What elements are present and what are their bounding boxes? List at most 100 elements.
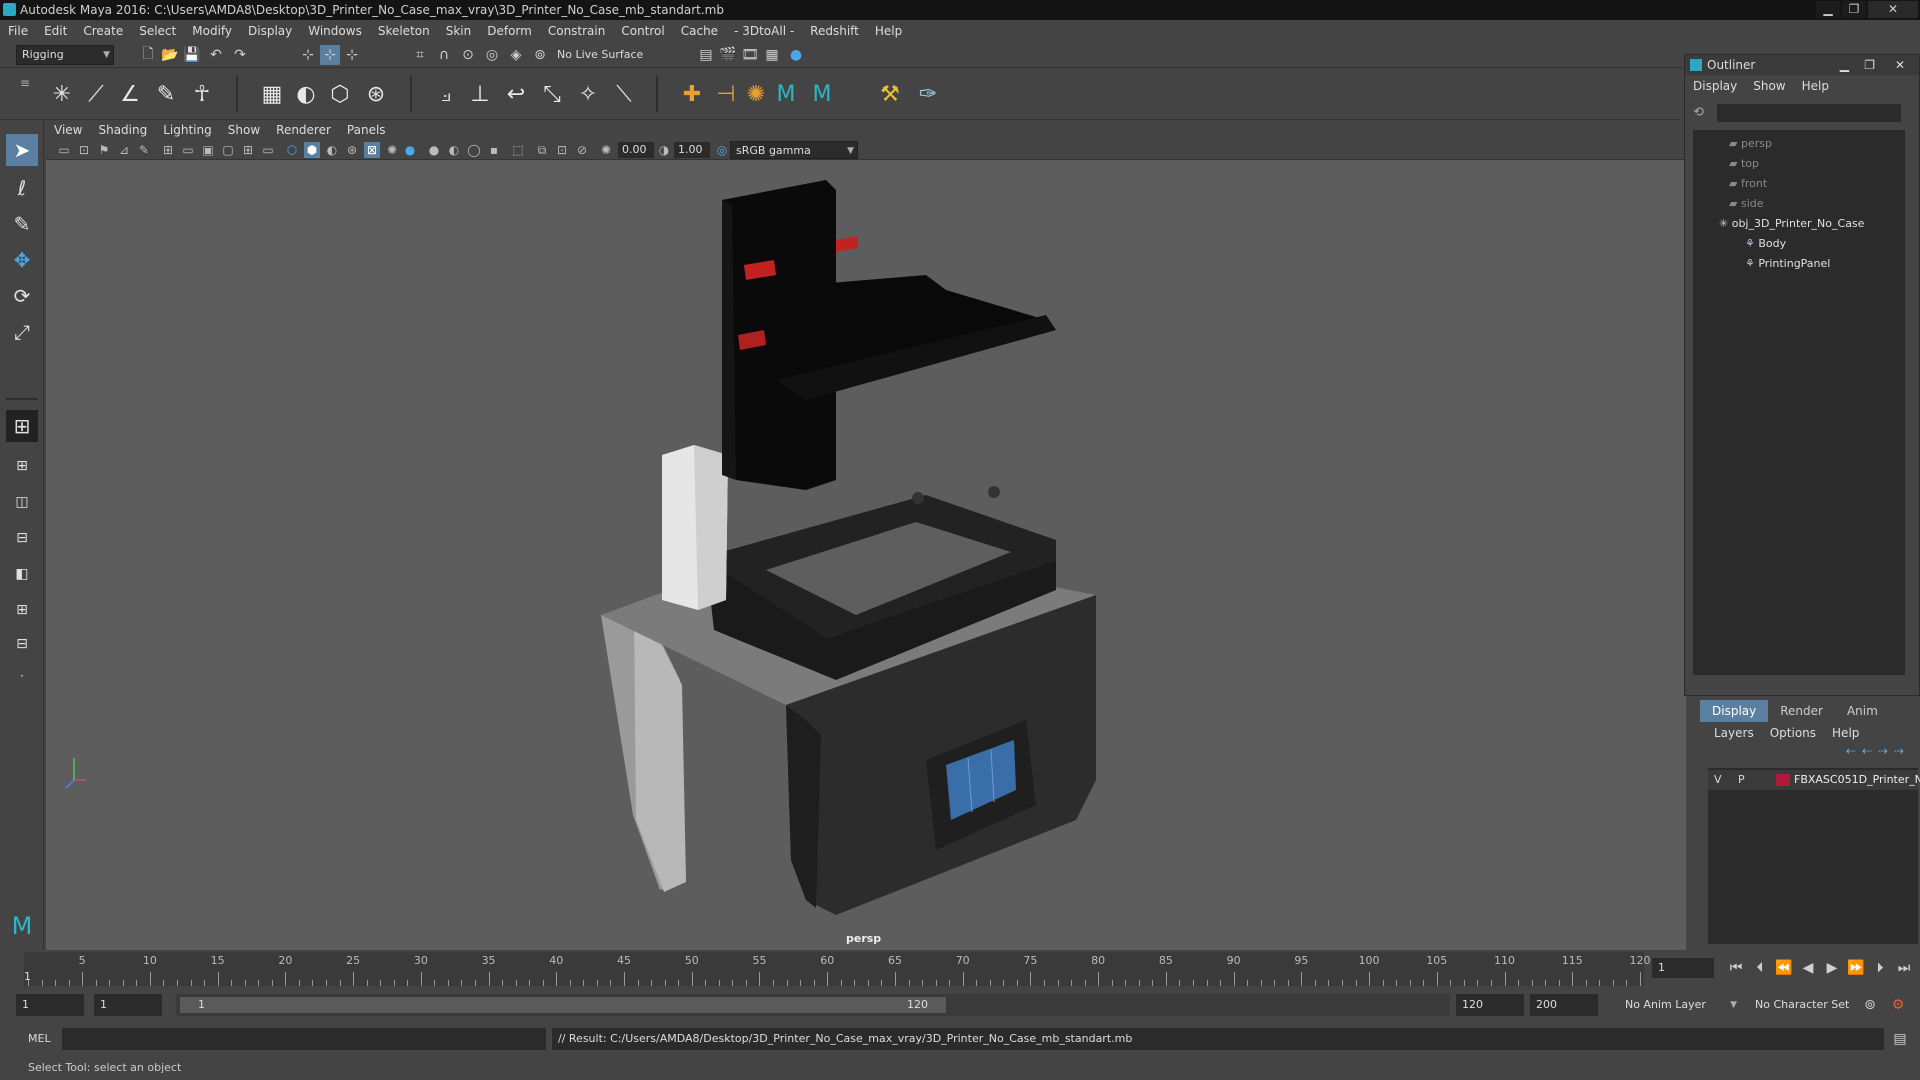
outliner-close-icon[interactable]: ✕	[1895, 55, 1905, 75]
deformer-icon[interactable]: ⚒	[874, 78, 906, 110]
playback-end-field[interactable]: 120	[1456, 994, 1524, 1016]
panel-menu-panels[interactable]: Panels	[339, 120, 394, 140]
cluster-icon[interactable]: ◐	[290, 78, 322, 110]
panel-menu-view[interactable]: View	[46, 120, 90, 140]
panel-menu-renderer[interactable]: Renderer	[268, 120, 339, 140]
new-scene-icon[interactable]: 🗋	[138, 45, 158, 65]
snap-point-icon[interactable]: ⊙	[458, 45, 478, 65]
paint-weights-icon[interactable]: ✎	[150, 78, 182, 110]
sculpt-icon[interactable]: ⊛	[360, 78, 392, 110]
detach-skin-icon[interactable]: ⤡	[536, 78, 568, 110]
layer-tool-icons[interactable]: ⇠⇠⇢⇢	[1760, 744, 1910, 766]
time-slider[interactable]: 1 1 ⏮ ⏴ ⏪ ◀ ▶ ⏩ ⏵ ⏭ 5 10 15 20 25 30 35 40 45 50 5…	[0, 952, 1920, 988]
lattice-icon[interactable]: ▦	[256, 78, 288, 110]
render-frame-icon[interactable]: 🎬	[718, 45, 738, 65]
textured-icon[interactable]: ⊛	[344, 142, 360, 158]
move-tool-icon[interactable]: ✥	[6, 244, 38, 276]
shelf-options-icon[interactable]: ≡	[20, 76, 30, 90]
motion-blur-icon[interactable]: ●	[426, 142, 442, 158]
range-handle[interactable]: 1 120	[180, 997, 946, 1013]
persp-outliner-icon[interactable]: ◧	[6, 558, 38, 590]
select-object-icon[interactable]: ⊹	[320, 45, 340, 65]
perspective-viewport[interactable]: persp	[46, 160, 1686, 950]
menu-control[interactable]: Control	[613, 20, 672, 42]
step-forward-key-icon[interactable]: ⏩	[1846, 958, 1866, 978]
command-language-label[interactable]: MEL	[28, 1032, 51, 1045]
panel-menu-shading[interactable]: Shading	[90, 120, 155, 140]
ipr-render-icon[interactable]: 🎞	[740, 45, 760, 65]
layer-row[interactable]: V P FBXASC051D_Printer_N	[1708, 770, 1920, 790]
layer-visibility[interactable]: V	[1714, 770, 1722, 790]
menu-constrain[interactable]: Constrain	[540, 20, 614, 42]
ik-spline-icon[interactable]: ∠	[114, 78, 146, 110]
maximize-button[interactable]: ❐	[1842, 1, 1866, 18]
film-gate-icon[interactable]: ▭	[180, 142, 196, 158]
outliner-item[interactable]: ⚘ Body	[1745, 234, 1786, 254]
outliner-menu-show[interactable]: Show	[1745, 79, 1793, 93]
lights-icon[interactable]: ⊠	[364, 142, 380, 158]
outliner-layout-icon[interactable]: ⊞	[6, 594, 38, 626]
color-space-dropdown[interactable]: sRGB gamma ▼	[730, 141, 858, 159]
auto-key-icon[interactable]: ⊚	[1860, 995, 1880, 1015]
outliner-item[interactable]: ⚘ PrintingPanel	[1745, 254, 1830, 274]
rotate-tool-icon[interactable]: ⟳	[6, 280, 38, 312]
outliner-search-input[interactable]	[1717, 104, 1901, 122]
layer-tab-anim[interactable]: Anim	[1835, 700, 1890, 722]
humanik-icon[interactable]: M	[770, 78, 802, 110]
shadows-icon[interactable]: ✺	[384, 142, 400, 158]
resolution-gate-icon[interactable]: ▣	[200, 142, 216, 158]
point-constraint-icon[interactable]: ✚	[676, 78, 708, 110]
snap-grid-icon[interactable]: ⌗	[410, 45, 430, 65]
wireframe-icon[interactable]: ⬡	[284, 142, 300, 158]
go-to-start-icon[interactable]: ⏮	[1726, 958, 1746, 978]
skeleton-icon[interactable]: ☥	[186, 78, 218, 110]
outliner-minimize-icon[interactable]: ▁	[1840, 55, 1849, 75]
ik-handle-icon[interactable]: ⟋	[80, 78, 112, 110]
menu-windows[interactable]: Windows	[300, 20, 370, 42]
grid-toggle-icon[interactable]: ⊞	[160, 142, 176, 158]
layer-menu-layers[interactable]: Layers	[1706, 722, 1762, 744]
antialias-icon[interactable]: ◐	[446, 142, 462, 158]
undo-icon[interactable]: ↶	[206, 45, 226, 65]
blend-shape-icon[interactable]: ✑	[912, 78, 944, 110]
layer-menu-help[interactable]: Help	[1824, 722, 1867, 744]
step-back-icon[interactable]: ⏴	[1750, 958, 1770, 978]
orient-constraint-icon[interactable]: ✺	[740, 78, 772, 110]
menu-3dtoall[interactable]: - 3DtoAll -	[726, 20, 802, 42]
step-forward-icon[interactable]: ⏵	[1870, 958, 1890, 978]
gate-mask-icon[interactable]: ▢	[220, 142, 236, 158]
script-editor-icon[interactable]: ▤	[1890, 1029, 1910, 1049]
menu-create[interactable]: Create	[75, 20, 131, 42]
menu-set-dropdown[interactable]: Rigging ▼	[16, 45, 114, 65]
command-input[interactable]	[62, 1028, 546, 1050]
layer-tab-render[interactable]: Render	[1768, 700, 1835, 722]
default-material-icon[interactable]: ◐	[324, 142, 340, 158]
outliner-menu-display[interactable]: Display	[1685, 79, 1745, 93]
step-back-key-icon[interactable]: ⏪	[1774, 958, 1794, 978]
menu-file[interactable]: File	[0, 20, 36, 42]
ao-icon[interactable]: ●	[402, 142, 418, 158]
menu-cache[interactable]: Cache	[673, 20, 726, 42]
outliner-item[interactable]: ✳ obj_3D_Printer_No_Case	[1719, 214, 1864, 234]
outliner-menu-help[interactable]: Help	[1794, 79, 1837, 93]
smooth-bind-icon[interactable]: ⊥	[464, 78, 496, 110]
more-layouts-icon[interactable]: ·	[6, 660, 38, 692]
wrap-icon[interactable]: ⬡	[324, 78, 356, 110]
xray-joints-icon[interactable]: ⧉	[534, 142, 550, 158]
scale-tool-icon[interactable]: ⤢	[6, 316, 38, 348]
graph-layout-icon[interactable]: ⊟	[6, 628, 38, 660]
anim-prefs-icon[interactable]: ⚙	[1888, 995, 1908, 1015]
paint-select-icon[interactable]: ✎	[6, 208, 38, 240]
live-surface-field[interactable]: No Live Surface	[552, 46, 656, 64]
copy-weights-icon[interactable]: ⟍	[608, 78, 640, 110]
range-bar[interactable]: 1 120	[176, 994, 1450, 1016]
play-back-icon[interactable]: ◀	[1798, 958, 1818, 978]
isolate-icon[interactable]: ▪	[486, 142, 502, 158]
color-management-icon[interactable]: ◎	[714, 142, 730, 158]
lasso-tool-icon[interactable]: ℓ	[6, 172, 38, 204]
hypershade-icon[interactable]: ●	[786, 45, 806, 65]
smooth-shade-icon[interactable]: ⬢	[304, 142, 320, 158]
open-scene-icon[interactable]: 📂	[160, 45, 180, 65]
menu-deform[interactable]: Deform	[479, 20, 540, 42]
bind-skin-icon[interactable]: ⟓	[430, 78, 462, 110]
